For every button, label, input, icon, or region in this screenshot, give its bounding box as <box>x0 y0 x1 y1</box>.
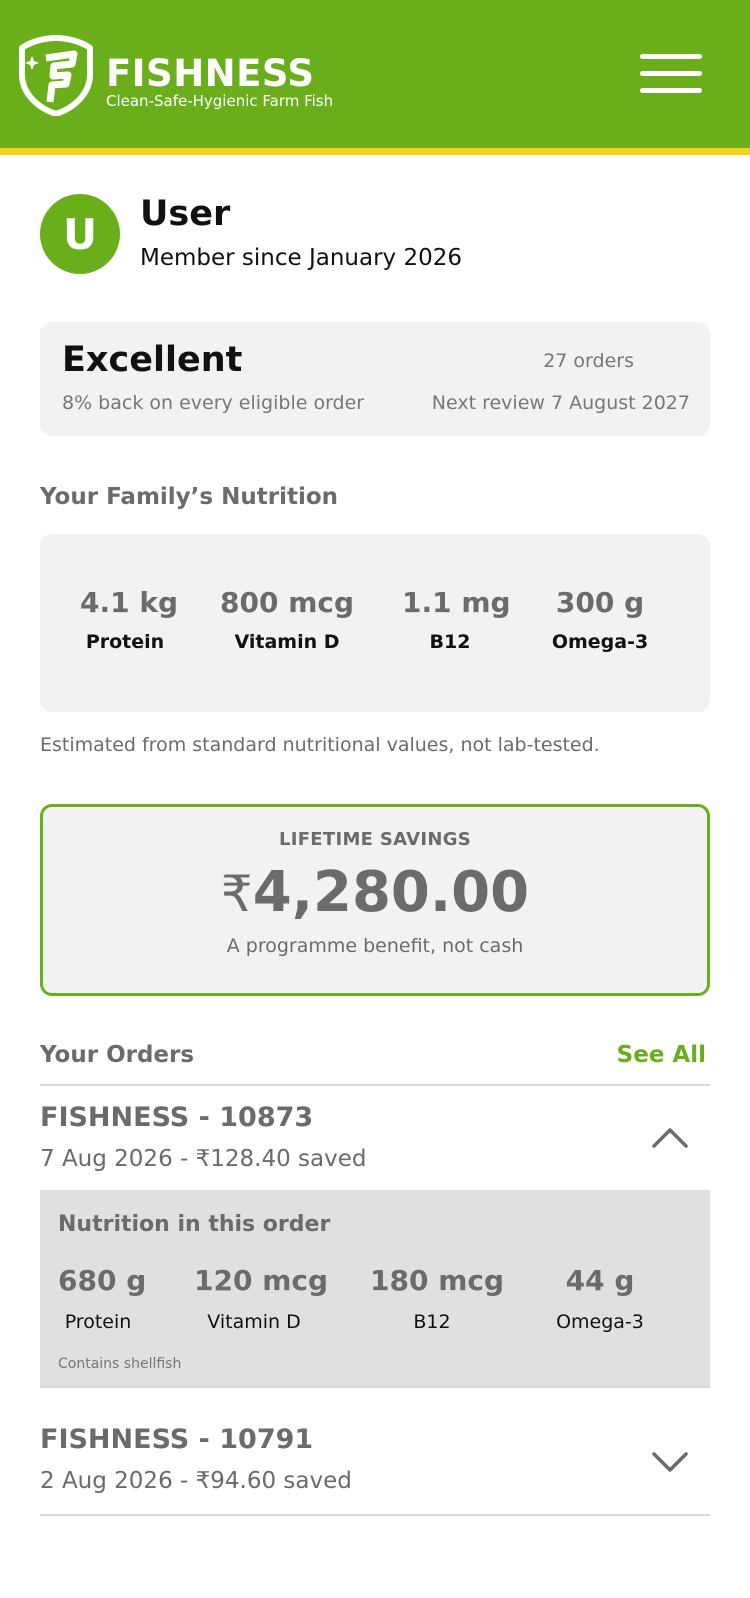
brand-tagline: Clean-Safe-Hygienic Farm Fish <box>106 92 334 110</box>
order-allergen-note: Contains shellfish <box>58 1356 182 1372</box>
nutrition-value: 800 mcg <box>220 586 355 619</box>
savings-title: LIFETIME SAVINGS <box>278 829 472 850</box>
savings-amount: ₹4,280.00 <box>43 860 707 925</box>
order-id[interactable]: FISHNESS - 10791 <box>40 1424 313 1455</box>
order-meta: 7 Aug 2026 - ₹128.40 saved <box>40 1146 367 1172</box>
order-nutrition-value: 44 g <box>565 1264 635 1297</box>
nutrition-label: B12 <box>429 631 471 653</box>
nutrition-item-protein: 4.1 kg Protein <box>80 586 179 653</box>
order-nutrition-item-vitamin-d: 120 mcg Vitamin D <box>194 1264 329 1333</box>
hamburger-menu-icon[interactable] <box>640 52 706 98</box>
order-nutrition-label: Vitamin D <box>207 1311 301 1333</box>
order-nutrition-item-protein: 680 g Protein <box>58 1264 147 1333</box>
header-accent-stripe <box>0 148 750 155</box>
nutrition-label: Omega-3 <box>551 631 649 653</box>
nutrition-item-vitamin-d: 800 mcg Vitamin D <box>220 586 354 653</box>
nutrition-value: 300 g <box>555 586 645 619</box>
order-meta: 2 Aug 2026 - ₹94.60 saved <box>40 1468 352 1494</box>
tier-next-review: Next review 7 August 2027 <box>431 392 690 414</box>
savings-subtitle: A programme benefit, not cash <box>226 935 524 957</box>
brand-name: FISHNESS <box>106 52 315 95</box>
nutrition-value: 1.1 mg <box>402 586 511 619</box>
tier-orders-count: 27 orders <box>543 350 634 372</box>
app-header: FISHNESS Clean-Safe-Hygienic Farm Fish <box>0 0 750 148</box>
divider <box>40 1514 710 1516</box>
member-since: Member since January 2026 <box>140 245 463 271</box>
avatar: U <box>40 194 120 274</box>
see-all-link[interactable]: See All <box>617 1042 706 1068</box>
nutrition-label: Protein <box>85 631 165 653</box>
orders-section-title: Your Orders <box>40 1042 195 1068</box>
divider <box>40 1386 710 1388</box>
tier-description: 8% back on every eligible order <box>62 392 365 414</box>
nutrition-item-omega-3: 300 g Omega-3 <box>546 586 654 653</box>
order-nutrition-label: Protein <box>64 1311 132 1333</box>
order-nutrition-value: 180 mcg <box>370 1264 505 1297</box>
order-id[interactable]: FISHNESS - 10873 <box>40 1102 313 1133</box>
nutrition-item-b12: 1.1 mg B12 <box>402 586 511 653</box>
tier-name: Excellent <box>62 340 243 380</box>
savings-value: 4,280.00 <box>252 860 530 925</box>
nutrition-disclaimer: Estimated from standard nutritional valu… <box>40 734 600 756</box>
order-nutrition-panel: Nutrition in this order 680 g Protein 12… <box>40 1190 710 1386</box>
nutrition-card: 4.1 kg Protein 800 mcg Vitamin D 1.1 mg … <box>40 534 710 712</box>
order-nutrition-item-b12: 180 mcg B12 <box>370 1264 505 1333</box>
lifetime-savings-card: LIFETIME SAVINGS ₹4,280.00 A programme b… <box>40 804 710 996</box>
chevron-down-icon[interactable] <box>648 1446 692 1476</box>
nutrition-label: Vitamin D <box>234 631 340 653</box>
order-nutrition-label: Omega-3 <box>556 1311 644 1333</box>
order-nutrition-label: B12 <box>413 1311 451 1333</box>
user-name: User <box>140 194 231 234</box>
order-nutrition-value: 680 g <box>58 1264 147 1297</box>
fishness-shield-logo[interactable] <box>18 34 94 116</box>
nutrition-section-title: Your Family’s Nutrition <box>40 484 339 510</box>
nutrition-value: 4.1 kg <box>80 586 179 619</box>
order-nutrition-title: Nutrition in this order <box>58 1212 331 1237</box>
order-nutrition-value: 120 mcg <box>194 1264 329 1297</box>
tier-card: Excellent 8% back on every eligible orde… <box>40 322 710 436</box>
currency-symbol: ₹ <box>220 865 253 923</box>
divider <box>40 1084 710 1086</box>
order-nutrition-item-omega-3: 44 g Omega-3 <box>550 1264 650 1333</box>
chevron-up-icon[interactable] <box>648 1122 692 1152</box>
